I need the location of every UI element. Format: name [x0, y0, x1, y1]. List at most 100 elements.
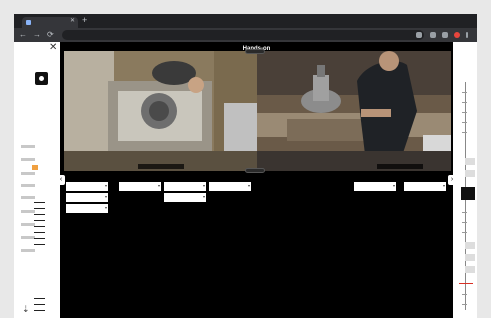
left-nav-item[interactable]	[21, 236, 35, 239]
app-logo[interactable]	[35, 72, 48, 85]
ruler-rung	[34, 244, 45, 245]
close-icon[interactable]: ✕	[49, 43, 57, 53]
ruler-tick	[462, 212, 467, 213]
tab-strip: ✕ +	[14, 14, 477, 28]
collapse-handle[interactable]	[245, 49, 265, 54]
kebab-menu-icon[interactable]	[466, 32, 468, 38]
download-icon[interactable]	[430, 32, 436, 38]
chevron-down-icon: ▾	[392, 183, 395, 188]
ruler-tick	[462, 102, 467, 103]
right-side-panel	[453, 42, 477, 318]
prev-button[interactable]: ‹	[57, 175, 65, 185]
category-dropdown[interactable]: ▾	[404, 182, 446, 191]
chevron-down-icon: ▾	[104, 183, 107, 188]
left-nav-item[interactable]	[21, 145, 35, 148]
category-column: ▾	[209, 176, 251, 193]
browser-tab[interactable]: ✕	[22, 17, 78, 28]
category-column: ▾ ▾	[164, 176, 206, 204]
dropdown-value	[406, 182, 440, 191]
ruler-rung	[34, 220, 45, 221]
tab-close-icon[interactable]: ✕	[70, 17, 75, 26]
ruler-rung	[34, 226, 45, 227]
chevron-down-icon: ▾	[202, 183, 205, 188]
ruler-block	[465, 158, 475, 165]
left-nav-item[interactable]	[21, 249, 35, 252]
ruler-tick	[462, 304, 467, 305]
ruler-rung	[34, 298, 45, 299]
category-column: ▾	[354, 176, 396, 193]
ruler-tick	[462, 232, 467, 233]
browser-toolbar: ← → ⟳	[14, 28, 477, 42]
chevron-down-icon: ▾	[247, 183, 250, 188]
left-nav-item[interactable]	[21, 158, 35, 161]
ruler-rung	[34, 238, 45, 239]
logo-mark-icon	[39, 76, 44, 81]
main-viewer: Hands-on	[57, 42, 456, 318]
category-dropdown[interactable]: ▾	[66, 182, 108, 191]
ruler-rung	[34, 304, 45, 305]
video-left[interactable]	[64, 51, 258, 171]
category-dropdown[interactable]: ▾	[354, 182, 396, 191]
ruler-rung	[34, 232, 45, 233]
chevron-down-icon: ▾	[202, 194, 205, 199]
video-right-timestamp	[377, 164, 423, 169]
ruler-rung	[34, 214, 45, 215]
category-dropdown[interactable]: ▾	[164, 182, 206, 191]
left-nav-item[interactable]	[21, 210, 35, 213]
dropdown-value	[68, 193, 102, 202]
left-nav-item[interactable]	[21, 172, 35, 175]
extensions-icon[interactable]	[442, 32, 448, 38]
left-nav-item[interactable]	[21, 223, 35, 226]
ruler-tick	[462, 92, 467, 93]
ruler-block	[465, 266, 475, 273]
page-content: ✕ ⇣ ‹ › ▾ ▾ ▾ ▾ ▾ ▾ ▾ ▾ ▾	[14, 42, 477, 318]
current-time-marker	[459, 283, 473, 284]
ruler-tick	[462, 132, 467, 133]
ruler-tick	[462, 122, 467, 123]
chevron-down-icon: ▾	[104, 205, 107, 210]
video-left-timestamp	[138, 164, 184, 169]
dropdown-value	[166, 182, 200, 191]
ruler-block	[465, 254, 475, 261]
dropdown-value	[121, 182, 155, 191]
split-handle[interactable]	[245, 168, 265, 173]
ruler-block	[465, 170, 475, 177]
profile-avatar[interactable]	[454, 32, 460, 38]
address-bar[interactable]	[62, 30, 424, 40]
dropdown-value	[211, 182, 245, 191]
left-nav-item[interactable]	[21, 196, 35, 199]
category-column: ▾ ▾ ▾	[66, 176, 108, 215]
left-side-panel: ✕ ⇣	[14, 42, 60, 318]
reload-button[interactable]: ⟳	[47, 29, 54, 41]
timeline-cursor[interactable]	[461, 187, 475, 200]
category-dropdown[interactable]: ▾	[119, 182, 161, 191]
category-dropdown[interactable]: ▾	[66, 204, 108, 213]
ruler-tick	[462, 222, 467, 223]
browser-window: ✕ + ← → ⟳ ✕ ⇣ ‹ › ▾ ▾ ▾ ▾ ▾ ▾ ▾ ▾ ▾	[14, 14, 477, 318]
dropdown-value	[68, 204, 102, 213]
ruler-rung	[34, 310, 45, 311]
dropdown-value	[356, 182, 390, 191]
dropdown-value	[166, 193, 200, 202]
ruler-rung	[34, 202, 45, 203]
left-nav-item[interactable]	[21, 184, 35, 187]
ruler-block	[465, 242, 475, 249]
left-nav-highlight	[32, 165, 38, 170]
category-dropdown[interactable]: ▾	[66, 193, 108, 202]
category-dropdown[interactable]: ▾	[209, 182, 251, 191]
chevron-down-icon: ▾	[104, 194, 107, 199]
new-tab-button[interactable]: +	[82, 15, 87, 26]
forward-button[interactable]: →	[33, 29, 41, 41]
chevron-down-icon: ▾	[442, 183, 445, 188]
video-right[interactable]	[257, 51, 451, 171]
category-dropdown[interactable]: ▾	[164, 193, 206, 202]
category-filters: ▾ ▾ ▾ ▾ ▾ ▾ ▾ ▾ ▾	[66, 176, 451, 236]
chevron-down-icon: ▾	[157, 183, 160, 188]
category-column: ▾	[404, 176, 446, 193]
bookmark-star-icon[interactable]	[416, 32, 422, 38]
ruler-tick	[462, 112, 467, 113]
category-column: ▾	[119, 176, 161, 193]
back-button[interactable]: ←	[19, 29, 27, 41]
ruler-tick	[462, 294, 467, 295]
download-arrow-icon[interactable]: ⇣	[22, 304, 30, 314]
